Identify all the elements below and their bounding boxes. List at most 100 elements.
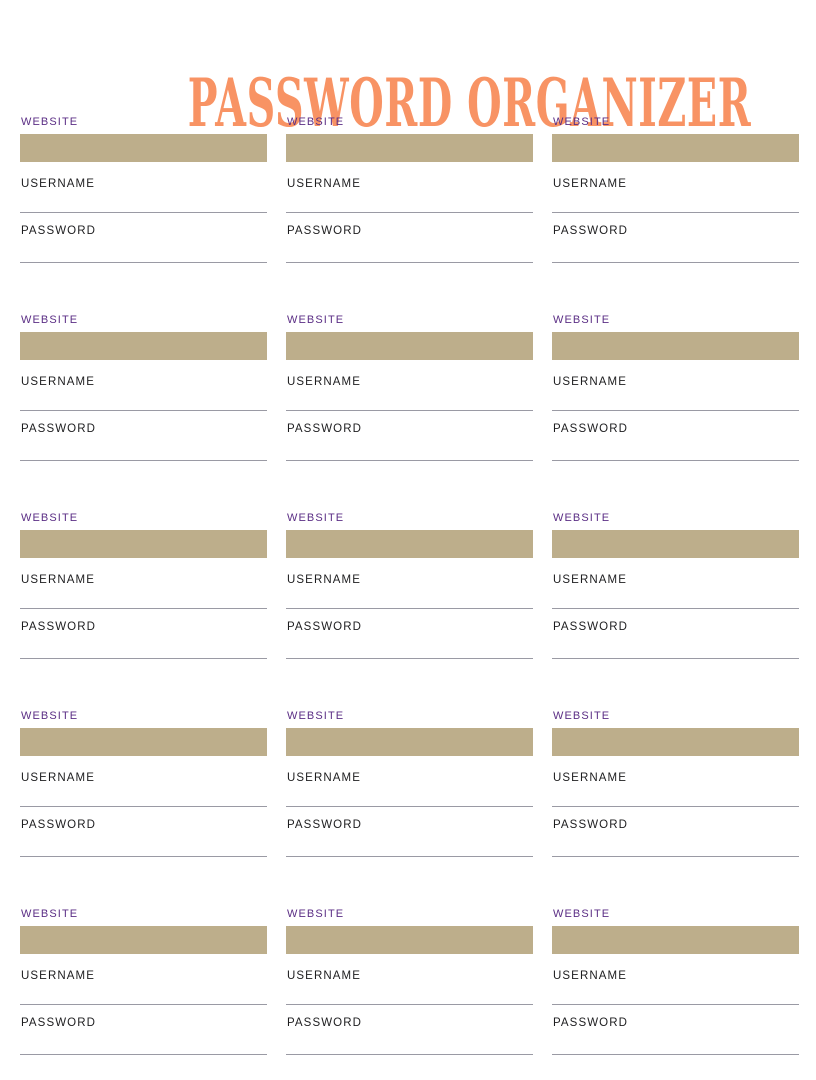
password-entry-card: WEBSITE USERNAME PASSWORD <box>286 710 533 878</box>
username-write-line[interactable] <box>552 410 799 411</box>
website-input[interactable] <box>20 926 267 954</box>
username-write-line[interactable] <box>20 806 267 807</box>
username-field[interactable]: USERNAME <box>552 772 799 807</box>
password-write-line[interactable] <box>286 1054 533 1055</box>
username-write-line[interactable] <box>552 212 799 213</box>
password-write-line[interactable] <box>20 460 267 461</box>
password-label: PASSWORD <box>553 621 629 633</box>
password-write-line[interactable] <box>20 856 267 857</box>
username-write-line[interactable] <box>20 212 267 213</box>
username-write-line[interactable] <box>552 806 799 807</box>
website-label: WEBSITE <box>287 710 345 722</box>
username-write-line[interactable] <box>20 410 267 411</box>
password-write-line[interactable] <box>286 460 533 461</box>
username-label: USERNAME <box>21 574 95 586</box>
username-field[interactable]: USERNAME <box>552 178 799 213</box>
password-label: PASSWORD <box>553 225 629 237</box>
password-write-line[interactable] <box>286 262 533 263</box>
password-label: PASSWORD <box>287 225 363 237</box>
password-write-line[interactable] <box>552 262 799 263</box>
password-field[interactable]: PASSWORD <box>552 423 799 461</box>
website-input[interactable] <box>552 332 799 360</box>
password-field[interactable]: PASSWORD <box>552 225 799 263</box>
password-write-line[interactable] <box>286 856 533 857</box>
website-input[interactable] <box>552 728 799 756</box>
website-input[interactable] <box>286 134 533 162</box>
password-label: PASSWORD <box>21 225 97 237</box>
username-field[interactable]: USERNAME <box>20 178 267 213</box>
password-field[interactable]: PASSWORD <box>286 621 533 659</box>
username-field[interactable]: USERNAME <box>286 970 533 1005</box>
website-input[interactable] <box>286 728 533 756</box>
password-label: PASSWORD <box>21 1017 97 1029</box>
password-entry-grid: WEBSITE USERNAME PASSWORD WEBSITE USERNAME PA… <box>20 116 799 1076</box>
username-write-line[interactable] <box>20 1004 267 1005</box>
username-label: USERNAME <box>553 178 627 190</box>
username-write-line[interactable] <box>20 608 267 609</box>
username-field[interactable]: USERNAME <box>286 574 533 609</box>
password-field[interactable]: PASSWORD <box>286 819 533 857</box>
password-field[interactable]: PASSWORD <box>20 1017 267 1055</box>
password-field[interactable]: PASSWORD <box>552 819 799 857</box>
username-write-line[interactable] <box>286 806 533 807</box>
password-write-line[interactable] <box>20 262 267 263</box>
website-label: WEBSITE <box>287 116 345 128</box>
username-field[interactable]: USERNAME <box>20 772 267 807</box>
username-field[interactable]: USERNAME <box>552 574 799 609</box>
password-field[interactable]: PASSWORD <box>286 423 533 461</box>
website-label: WEBSITE <box>553 512 611 524</box>
password-write-line[interactable] <box>20 1054 267 1055</box>
username-field[interactable]: USERNAME <box>286 376 533 411</box>
username-write-line[interactable] <box>552 1004 799 1005</box>
password-label: PASSWORD <box>21 423 97 435</box>
username-write-line[interactable] <box>286 1004 533 1005</box>
website-label: WEBSITE <box>21 908 79 920</box>
password-field[interactable]: PASSWORD <box>552 1017 799 1055</box>
username-field[interactable]: USERNAME <box>286 178 533 213</box>
website-input[interactable] <box>20 728 267 756</box>
username-write-line[interactable] <box>286 410 533 411</box>
website-input[interactable] <box>286 530 533 558</box>
username-field[interactable]: USERNAME <box>552 970 799 1005</box>
password-field[interactable]: PASSWORD <box>286 1017 533 1055</box>
username-field[interactable]: USERNAME <box>20 376 267 411</box>
password-write-line[interactable] <box>552 1054 799 1055</box>
password-field[interactable]: PASSWORD <box>20 621 267 659</box>
username-write-line[interactable] <box>286 608 533 609</box>
website-label: WEBSITE <box>287 512 345 524</box>
username-label: USERNAME <box>21 178 95 190</box>
username-field[interactable]: USERNAME <box>20 970 267 1005</box>
username-label: USERNAME <box>287 178 361 190</box>
username-label: USERNAME <box>287 970 361 982</box>
website-input[interactable] <box>286 926 533 954</box>
website-input[interactable] <box>552 926 799 954</box>
password-field[interactable]: PASSWORD <box>20 423 267 461</box>
password-field[interactable]: PASSWORD <box>20 819 267 857</box>
password-entry-card: WEBSITE USERNAME PASSWORD <box>286 314 533 482</box>
username-field[interactable]: USERNAME <box>286 772 533 807</box>
password-entry-card: WEBSITE USERNAME PASSWORD <box>552 314 799 482</box>
username-write-line[interactable] <box>552 608 799 609</box>
password-field[interactable]: PASSWORD <box>286 225 533 263</box>
username-label: USERNAME <box>553 772 627 784</box>
password-field[interactable]: PASSWORD <box>552 621 799 659</box>
website-input[interactable] <box>20 530 267 558</box>
website-label: WEBSITE <box>287 314 345 326</box>
username-label: USERNAME <box>21 772 95 784</box>
password-field[interactable]: PASSWORD <box>20 225 267 263</box>
password-write-line[interactable] <box>552 658 799 659</box>
password-write-line[interactable] <box>552 856 799 857</box>
password-write-line[interactable] <box>552 460 799 461</box>
password-write-line[interactable] <box>20 658 267 659</box>
website-input[interactable] <box>552 134 799 162</box>
website-input[interactable] <box>20 134 267 162</box>
password-entry-card: WEBSITE USERNAME PASSWORD <box>286 116 533 284</box>
password-label: PASSWORD <box>287 819 363 831</box>
password-write-line[interactable] <box>286 658 533 659</box>
username-field[interactable]: USERNAME <box>20 574 267 609</box>
website-input[interactable] <box>552 530 799 558</box>
username-write-line[interactable] <box>286 212 533 213</box>
website-input[interactable] <box>286 332 533 360</box>
website-input[interactable] <box>20 332 267 360</box>
username-field[interactable]: USERNAME <box>552 376 799 411</box>
